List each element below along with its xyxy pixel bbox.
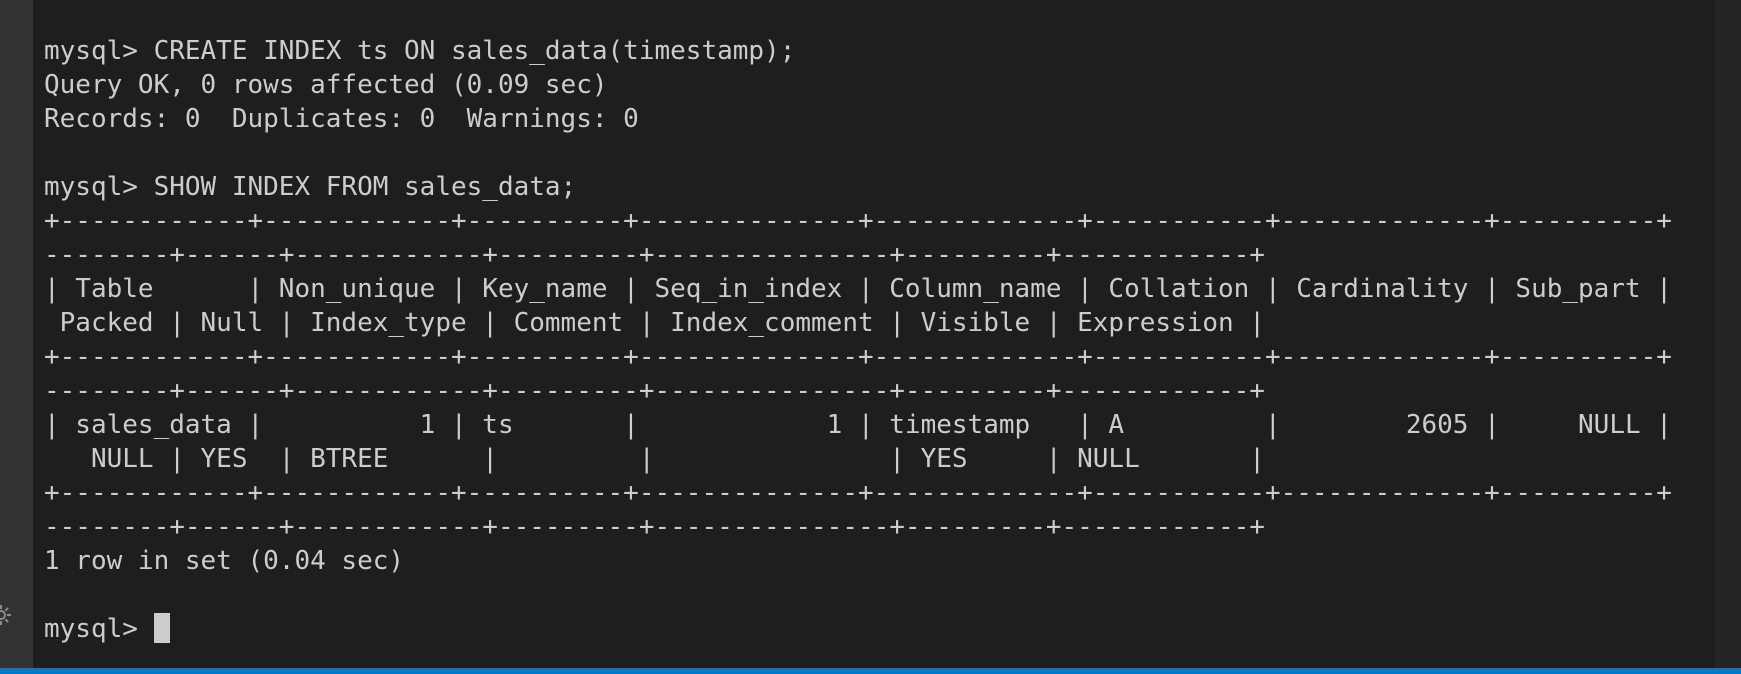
scrollbar-track[interactable] [1715,0,1741,668]
table-row-line: NULL | YES | BTREE | | | YES | NULL | [44,444,1265,474]
terminal-line: mysql> CREATE INDEX ts ON sales_data(tim… [44,36,796,66]
activity-bar [0,0,33,674]
table-border-line: +------------+------------+----------+--… [44,342,1672,372]
terminal-line: Query OK, 0 rows affected (0.09 sec) [44,70,608,100]
table-header-line: Packed | Null | Index_type | Comment | I… [44,308,1265,338]
terminal-panel[interactable]: mysql> CREATE INDEX ts ON sales_data(tim… [33,0,1715,668]
terminal-line: 1 row in set (0.04 sec) [44,546,405,576]
text-cursor [153,613,170,643]
table-border-line: --------+------+------------+---------+-… [44,376,1265,406]
table-border-line: +------------+------------+----------+--… [44,206,1672,236]
table-border-line: --------+------+------------+---------+-… [44,240,1265,270]
prompt-line[interactable]: mysql> [44,612,1672,646]
status-bar [0,668,1741,674]
table-border-line: --------+------+------------+---------+-… [44,512,1265,542]
terminal-output: mysql> CREATE INDEX ts ON sales_data(tim… [44,34,1672,646]
terminal-line: mysql> SHOW INDEX FROM sales_data; [44,172,577,202]
table-border-line: +------------+------------+----------+--… [44,478,1672,508]
mysql-prompt: mysql> [44,614,154,644]
terminal-line: Records: 0 Duplicates: 0 Warnings: 0 [44,104,639,134]
table-header-line: | Table | Non_unique | Key_name | Seq_in… [44,274,1672,304]
gear-icon[interactable] [0,604,12,626]
table-row-line: | sales_data | 1 | ts | 1 | timestamp | … [44,410,1672,440]
